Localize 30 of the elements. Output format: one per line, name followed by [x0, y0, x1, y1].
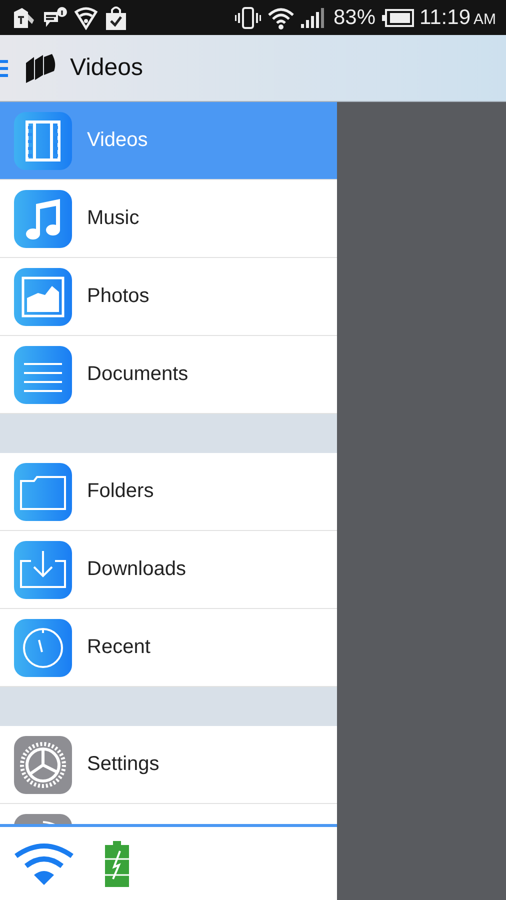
gear-icon: [14, 736, 72, 794]
clock-icon: [14, 618, 72, 676]
folder-icon: [14, 462, 72, 520]
header-title: Videos: [70, 54, 143, 82]
wifi-icon: [267, 6, 296, 30]
drawer-item-label: Videos: [87, 129, 148, 152]
vibrate-icon: [235, 6, 262, 30]
film-icon: [14, 112, 72, 170]
battery-charging-icon[interactable]: [104, 840, 130, 886]
drawer-item-label: Folders: [87, 480, 154, 503]
drawer-item-label: Settings: [87, 753, 160, 776]
drawer-item-label: Downloads: [87, 558, 186, 581]
flags-logo-icon: [24, 53, 58, 83]
battery-icon: [382, 8, 414, 26]
download-icon: [14, 540, 72, 598]
lines-icon: [14, 346, 72, 404]
wifi-icon[interactable]: [14, 842, 74, 886]
clock-meridiem: AM: [474, 11, 496, 28]
drawer-item-label: Music: [87, 207, 140, 230]
note-icon: [14, 190, 72, 248]
menu-icon[interactable]: [0, 58, 8, 78]
shield-wifi-icon: [74, 6, 98, 30]
shopping-bag-icon: [104, 4, 128, 30]
drawer-item-label: Photos: [87, 285, 150, 308]
battery-percent: 83%: [333, 6, 376, 30]
message-icon: [42, 6, 68, 30]
drawer-item-label: Documents: [87, 363, 188, 386]
clock-time: 11:19: [420, 6, 470, 30]
photo-icon: [14, 268, 72, 326]
drawer-item-label: Recent: [87, 636, 150, 659]
